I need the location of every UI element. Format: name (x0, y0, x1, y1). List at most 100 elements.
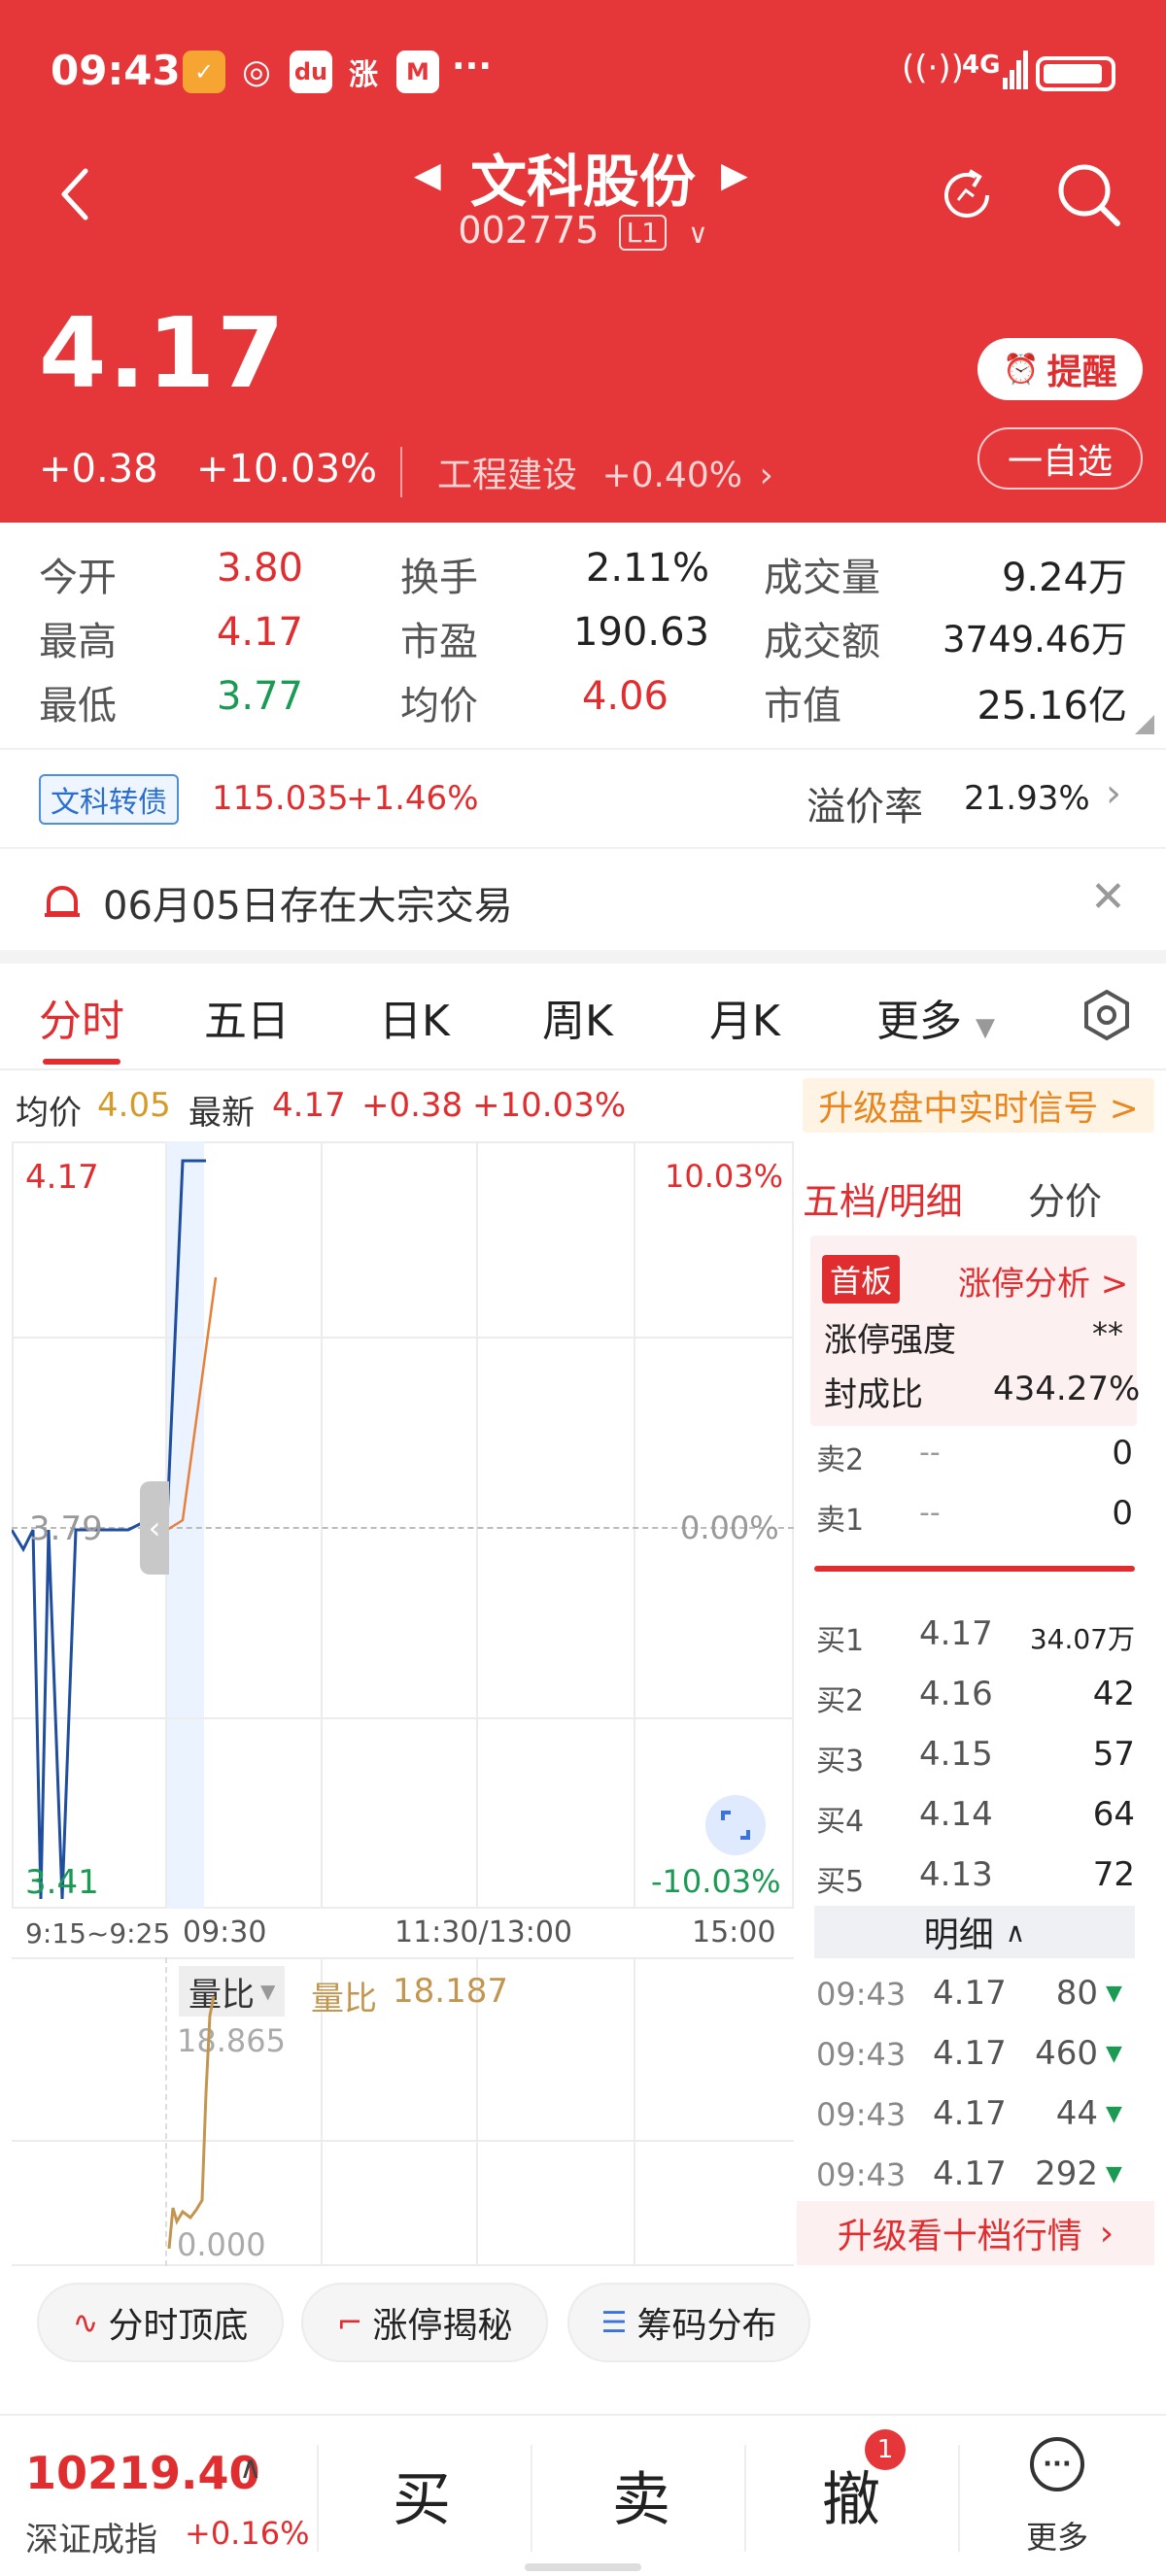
zigzag-icon: ∿ (72, 2304, 99, 2341)
status-bar: 09:43 ✓ ◎ du 涨 M ··· ((·)) 4G (0, 0, 1166, 146)
y-tick-right: -10.03% (651, 1863, 781, 1900)
open-value: 3.80 (216, 546, 303, 591)
app-notification-icon: ✓ (183, 51, 225, 93)
strength-label: 涨停强度 (824, 1321, 956, 1360)
chevron-right-icon: › (1099, 2213, 1115, 2254)
tab-month-k[interactable]: 月K (709, 986, 780, 1048)
sector-name: 工程建设 (437, 456, 578, 495)
network-type: 4G (962, 51, 1001, 80)
chart-avg-label: 均价 (16, 1094, 82, 1133)
index-value[interactable]: 10219.40 (25, 2447, 260, 2499)
expand-corner-icon[interactable] (1135, 715, 1154, 734)
tab-depth[interactable]: 五档/明细 (803, 1171, 963, 1225)
high-value: 4.17 (216, 610, 303, 655)
buy-4-price: 4.14 (919, 1795, 993, 1834)
notice-bar[interactable]: 06月05日存在大宗交易 ✕ (0, 847, 1166, 950)
alert-bell-icon (43, 882, 82, 921)
tab-five-day[interactable]: 五日 (204, 986, 290, 1048)
chart-latest-value: 4.17 (272, 1086, 346, 1125)
chevron-right-icon: › (759, 456, 773, 495)
buy-4-label: 买4 (816, 1805, 865, 1839)
tab-price[interactable]: 分价 (1028, 1171, 1102, 1225)
buy-5-vol: 72 (1092, 1855, 1135, 1894)
remind-label: 提醒 (1046, 353, 1117, 392)
sell-2-label: 卖2 (816, 1443, 865, 1477)
y-tick-left: 3.79 (29, 1509, 103, 1548)
watchlist-button[interactable]: 一自选 (977, 427, 1143, 490)
tool-label: 筹码分布 (636, 2306, 777, 2346)
detail-header[interactable]: 明细 ∧ (814, 1906, 1135, 1958)
x-tick: 9:15~9:25 (25, 1917, 171, 1949)
pe-value: 190.63 (573, 610, 709, 655)
buy-button[interactable]: 买 (393, 2453, 451, 2537)
zhang-app-icon: 涨 (349, 58, 378, 92)
pe-label: 市盈 (400, 620, 478, 664)
tab-intraday[interactable]: 分时 (39, 986, 124, 1048)
tab-week-k[interactable]: 周K (542, 986, 613, 1048)
more-icon[interactable]: ··· (1030, 2437, 1084, 2491)
tabs-divider (0, 1068, 1166, 1070)
bid-ask-divider (814, 1566, 1135, 1572)
high-label: 最高 (39, 620, 117, 664)
tab-more[interactable]: 更多 ▼ (876, 986, 995, 1048)
price-change: +0.38 (39, 447, 158, 491)
notice-text: 06月05日存在大宗交易 (103, 884, 513, 929)
close-icon[interactable]: ✕ (1090, 872, 1126, 922)
detail-vol: 460 (1035, 2034, 1098, 2073)
premium-value: 21.93% (964, 779, 1090, 818)
down-arrow-icon: ▼ (1106, 2162, 1122, 2186)
detail-price: 4.17 (933, 2094, 1007, 2133)
low-label: 最低 (39, 684, 117, 729)
stock-header: 09:43 ✓ ◎ du 涨 M ··· ((·)) 4G ◀ ▶ 文科股份 0… (0, 0, 1166, 523)
detail-price: 4.17 (933, 2154, 1007, 2193)
upgrade-ten-level-button[interactable]: 升级看十档行情 › (797, 2201, 1154, 2265)
current-price: 4.17 (39, 296, 287, 410)
x-tick: 15:00 (692, 1915, 776, 1949)
level-badge: L1 (618, 215, 667, 251)
chevron-up-icon: ∧ (1005, 1915, 1026, 1949)
tool-chip-distribution[interactable]: ☰ 筹码分布 (567, 2283, 810, 2362)
remind-button[interactable]: ⏰ 提醒 (977, 338, 1143, 400)
tool-intraday-top-bottom[interactable]: ∿ 分时顶底 (37, 2283, 284, 2362)
more-label[interactable]: 更多 (1026, 2513, 1088, 2552)
refresh-icon[interactable] (935, 163, 999, 227)
sector-link[interactable]: 工程建设 +0.40% › (400, 447, 773, 497)
open-label: 今开 (39, 556, 117, 600)
index-pct: +0.16% (185, 2515, 310, 2552)
convertible-bond-row[interactable]: 文科转债 115.035 +1.46% 溢价率 21.93% › (0, 748, 1166, 845)
tool-limit-up-reveal[interactable]: ⌐ 涨停揭秘 (301, 2283, 548, 2362)
down-arrow-icon: ▼ (1106, 1982, 1122, 2006)
cancel-badge: 1 (865, 2429, 906, 2470)
premium-label: 溢价率 (806, 785, 923, 830)
sell-1-price: -- (919, 1496, 941, 1530)
bond-price: 115.035 (212, 779, 349, 818)
detail-vol: 80 (1055, 1974, 1098, 2013)
sell-1-vol: 0 (1112, 1494, 1133, 1533)
bottom-trade-bar: 10219.40 ∧ 深证成指 +0.16% 买 卖 撤 1 ··· 更多 (0, 2414, 1166, 2576)
chart-settings-icon[interactable] (1080, 989, 1133, 1041)
chart-change-pct: +10.03% (472, 1086, 627, 1125)
detail-vol: 292 (1035, 2154, 1098, 2193)
chart-latest-label: 最新 (189, 1094, 255, 1133)
chevron-up-icon[interactable]: ∧ (239, 2449, 261, 2486)
buy-4-vol: 64 (1092, 1795, 1135, 1834)
fullscreen-icon[interactable] (705, 1795, 766, 1855)
collapse-handle-icon[interactable]: ‹ (140, 1481, 169, 1575)
upgrade-signal-button[interactable]: 升级盘中实时信号 > (803, 1078, 1154, 1133)
limit-analysis-link[interactable]: 涨停分析 > (958, 1257, 1128, 1305)
buy-1-price: 4.17 (919, 1614, 993, 1653)
board-tag: 首板 (822, 1255, 901, 1304)
sell-button[interactable]: 卖 (612, 2453, 670, 2537)
detail-time: 09:43 (816, 2156, 907, 2193)
low-value: 3.77 (216, 674, 303, 719)
detail-price: 4.17 (933, 2034, 1007, 2073)
active-tab-indicator (43, 1059, 120, 1065)
wechat-icon: ◎ (242, 52, 271, 91)
chevron-down-icon: ∨ (688, 218, 708, 250)
status-time: 09:43 (51, 47, 181, 94)
divider (317, 2445, 319, 2552)
search-icon[interactable] (1055, 161, 1123, 229)
limit-up-card[interactable]: 首板 涨停分析 > 涨停强度 ** 封成比 434.27% (810, 1236, 1140, 1426)
tool-label: 涨停揭秘 (372, 2306, 513, 2346)
tab-day-k[interactable]: 日K (379, 986, 450, 1048)
